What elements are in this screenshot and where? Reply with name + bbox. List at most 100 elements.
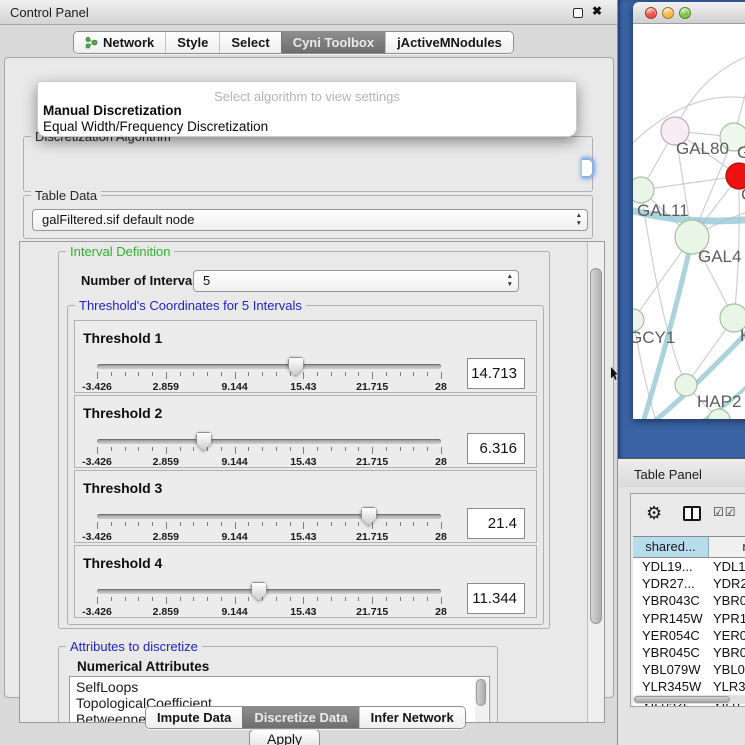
attributes-list-scrollbar[interactable]: [475, 678, 488, 723]
slider-ticks: [97, 447, 441, 455]
threshold-value-field[interactable]: 6.316: [467, 433, 525, 464]
slider-thumb[interactable]: [259, 582, 267, 601]
table-row[interactable]: YBL079WYBL0: [633, 661, 745, 678]
tab-network[interactable]: Network: [74, 32, 165, 53]
table-row[interactable]: YER054CYER0: [633, 627, 745, 644]
zoom-traffic-light[interactable]: [679, 7, 691, 19]
tick-mark: [441, 522, 442, 529]
settings-vertical-scrollbar[interactable]: [587, 242, 604, 722]
table-header: shared... n: [633, 536, 745, 558]
network-window-titlebar[interactable]: [633, 2, 745, 24]
tick-mark: [400, 597, 401, 601]
node-label: GAL80: [676, 139, 729, 158]
slider-track[interactable]: [97, 514, 441, 519]
bottom-tab-infer-network[interactable]: Infer Network: [359, 707, 465, 728]
tick-mark: [138, 372, 139, 376]
columns-icon[interactable]: [683, 506, 701, 521]
algorithm-combo-focus-ring[interactable]: [582, 158, 594, 178]
slider-track[interactable]: [97, 439, 441, 444]
slider-track[interactable]: [97, 589, 441, 594]
tick-mark: [427, 447, 428, 451]
gear-icon[interactable]: ⚙: [646, 503, 662, 524]
tick-label: 21.715: [356, 456, 388, 468]
tab-jactivemnodules[interactable]: jActiveMNodules: [385, 32, 513, 53]
close-icon[interactable]: ✖: [592, 4, 602, 18]
attributes-group-label: Attributes to discretize: [66, 640, 202, 653]
tick-mark: [111, 522, 112, 526]
window-title: Control Panel: [10, 5, 89, 20]
table-row[interactable]: YDL19...YDL1: [633, 558, 745, 575]
table-horizontal-scrollbar[interactable]: [633, 695, 745, 704]
bottom-tab-impute-data[interactable]: Impute Data: [146, 707, 242, 728]
tick-label: 2.859: [153, 456, 179, 468]
close-traffic-light[interactable]: [645, 7, 657, 19]
tick-mark: [111, 447, 112, 451]
tab-cyni-toolbox[interactable]: Cyni Toolbox: [281, 32, 385, 53]
tick-mark: [441, 597, 442, 604]
attribute-item[interactable]: SelfLoops: [70, 679, 489, 695]
tick-mark: [290, 522, 291, 526]
tick-mark: [276, 597, 277, 601]
tab-style[interactable]: Style: [165, 32, 219, 53]
slider-track[interactable]: [97, 364, 441, 369]
apply-button[interactable]: Apply: [249, 729, 320, 745]
column-header-name[interactable]: n: [709, 537, 745, 557]
table-row[interactable]: YLR345WYLR3: [633, 678, 745, 695]
slider-thumb[interactable]: [204, 432, 212, 451]
threshold-value-field[interactable]: 11.344: [467, 583, 525, 614]
tab-label: Network: [103, 35, 154, 50]
tick-mark: [248, 597, 249, 601]
tick-label: -3.426: [82, 456, 112, 468]
node-label: GAL11: [637, 201, 689, 220]
cell-shared-name: YLR345W: [633, 678, 713, 695]
threshold-coordinates-label: Threshold's Coordinates for 5 Intervals: [75, 299, 306, 312]
slider-thumb[interactable]: [296, 357, 304, 376]
column-header-shared[interactable]: shared...: [633, 537, 709, 557]
tick-mark: [97, 447, 98, 454]
settings-scroll-pane: Interval Definition Number of Intervals …: [19, 241, 605, 723]
network-edge[interactable]: [641, 176, 739, 190]
table-row[interactable]: YBR045CYBR0: [633, 644, 745, 661]
threshold-value-field[interactable]: 21.4: [467, 508, 525, 539]
network-node[interactable]: [675, 374, 697, 396]
algorithm-option-1[interactable]: Manual Discretization: [43, 103, 182, 118]
algorithm-popup-hint: Select algorithm to view settings: [38, 89, 576, 104]
tick-mark: [221, 372, 222, 376]
tick-mark: [152, 372, 153, 376]
tab-select[interactable]: Select: [219, 32, 280, 53]
tick-mark: [303, 597, 304, 604]
threshold-label: Threshold 2: [83, 405, 162, 421]
bottom-tab-label: Impute Data: [157, 710, 231, 725]
network-edge[interactable]: [675, 46, 745, 131]
tick-mark: [331, 447, 332, 451]
network-canvas[interactable]: GAL80GAGAL11CGAL4GCY1HHAP2: [633, 24, 745, 419]
table-row[interactable]: YDR27...YDR2: [633, 575, 745, 592]
minimize-traffic-light[interactable]: [662, 7, 674, 19]
network-node[interactable]: [633, 177, 654, 203]
tick-mark: [152, 447, 153, 451]
table-data-combo[interactable]: galFiltered.sif default node ▲▼: [32, 209, 588, 231]
slider-thumb[interactable]: [369, 507, 377, 526]
number-of-intervals-combo[interactable]: 5 ▲▼: [193, 270, 519, 292]
tick-label: 15.43: [290, 531, 316, 543]
table-row[interactable]: YPR145WYPR1: [633, 610, 745, 627]
bottom-tab-label: Infer Network: [371, 710, 454, 725]
tick-mark: [358, 597, 359, 601]
control-panel-window: Control Panel ✖ Network StyleSelectCyni T…: [0, 0, 618, 745]
tick-mark: [235, 447, 236, 454]
tick-label: 2.859: [153, 606, 179, 618]
tick-mark: [248, 522, 249, 526]
tick-mark: [400, 522, 401, 526]
threshold-value-field[interactable]: 14.713: [467, 358, 525, 389]
tick-mark: [125, 522, 126, 526]
tick-mark: [180, 372, 181, 376]
select-checkboxes-icon[interactable]: ☑☑: [713, 505, 737, 519]
table-panel-titlebar: Table Panel: [618, 458, 745, 487]
algorithm-option-2[interactable]: Equal Width/Frequency Discretization: [43, 119, 268, 134]
tick-mark: [111, 597, 112, 601]
table-row[interactable]: YBR043CYBR0: [633, 592, 745, 609]
node-label: GAL4: [698, 247, 741, 266]
float-window-icon[interactable]: [573, 8, 583, 18]
bottom-tab-discretize-data[interactable]: Discretize Data: [242, 707, 358, 728]
tick-mark: [331, 372, 332, 376]
